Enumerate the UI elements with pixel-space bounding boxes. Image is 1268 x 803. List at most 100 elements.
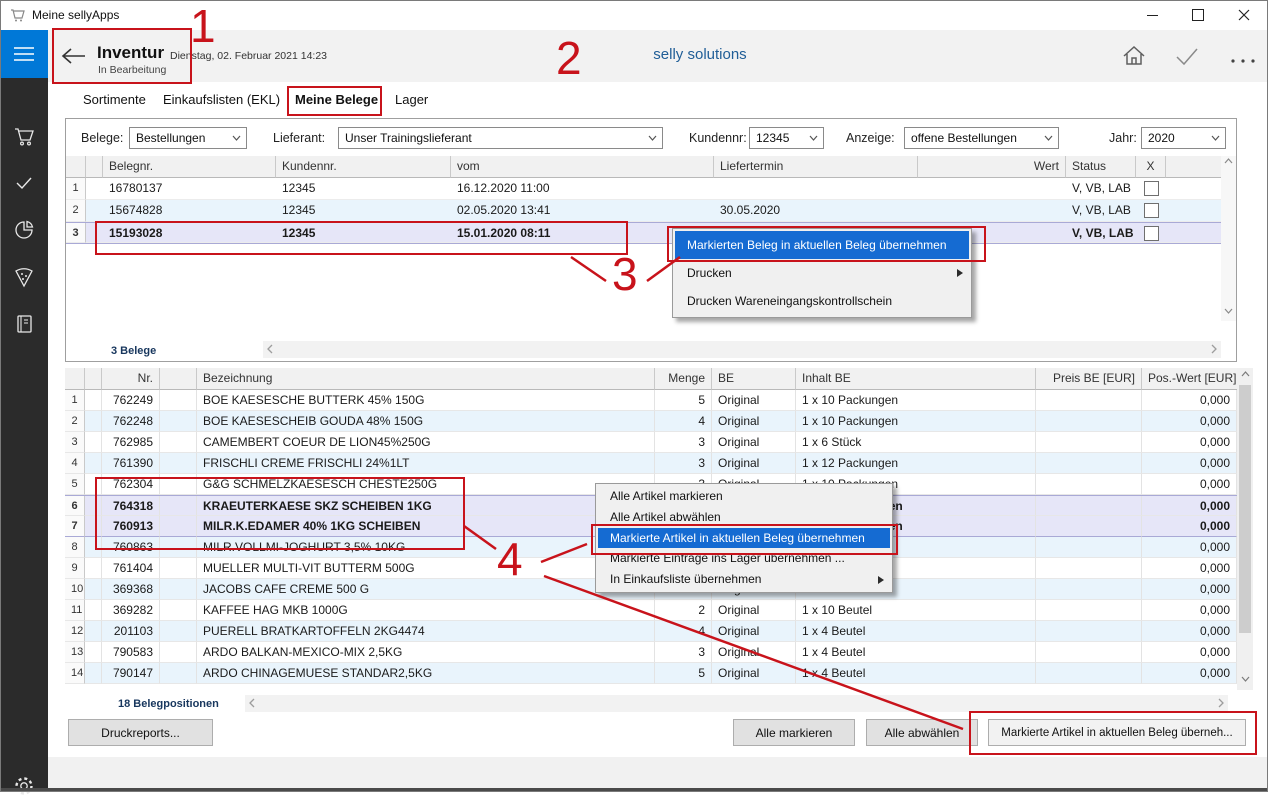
belege-count: 3 Belege — [111, 345, 156, 357]
scroll-left-icon[interactable] — [248, 695, 256, 713]
close-button[interactable] — [1221, 0, 1267, 30]
position-row[interactable]: 14790147ARDO CHINAGEMUESE STANDAR2,5KG5O… — [65, 663, 1237, 684]
cell-be: Original — [712, 453, 796, 474]
sidebar — [0, 30, 48, 792]
row-number: 3 — [66, 223, 86, 243]
cell-bezeichnung: G&G SCHMELZKAESESCH CHESTE250G — [197, 474, 655, 495]
settings-gear-icon[interactable] — [12, 774, 36, 798]
position-row[interactable]: 4761390FRISCHLI CREME FRISCHLI 24%1LT3Or… — [65, 453, 1237, 474]
belege-dropdown[interactable]: Bestellungen — [129, 127, 247, 149]
col-wert[interactable]: Wert — [918, 156, 1066, 178]
col-inhalt-be[interactable]: Inhalt BE — [796, 368, 1036, 390]
position-row[interactable]: 11369282KAFFEE HAG MKB 1000G2Original1 x… — [65, 600, 1237, 621]
cell-preis-be — [1036, 474, 1142, 495]
context-menu-item[interactable]: In Einkaufsliste übernehmen — [596, 569, 892, 590]
chevron-down-icon — [809, 135, 818, 141]
jahr-dropdown[interactable]: 2020 — [1141, 127, 1226, 149]
context-menu-item[interactable]: Alle Artikel markieren — [596, 486, 892, 507]
row-checkbox[interactable] — [1144, 181, 1159, 196]
positions-vertical-scrollbar[interactable] — [1237, 368, 1253, 690]
checkmark-icon[interactable] — [12, 171, 36, 195]
cell-inhalt-be: 1 x 4 Beutel — [796, 642, 1036, 663]
position-row[interactable]: 13790583ARDO BALKAN-MEXICO-MIX 2,5KG3Ori… — [65, 642, 1237, 663]
beleg-row[interactable]: 2156748281234502.05.2020 13:4130.05.2020… — [66, 200, 1223, 222]
tab-lager[interactable]: Lager — [395, 92, 428, 107]
position-row[interactable]: 2762248BOE KAESESCHEIB GOUDA 48% 150G4Or… — [65, 411, 1237, 432]
home-icon[interactable] — [1120, 42, 1148, 70]
cell-preis-be — [1036, 642, 1142, 663]
scroll-right-icon[interactable] — [1217, 695, 1225, 713]
col-preis-be[interactable]: Preis BE [EUR] — [1036, 368, 1142, 390]
col-nr[interactable]: Nr. — [102, 368, 160, 390]
cell-kundennr: 12345 — [276, 178, 451, 200]
book-icon[interactable] — [12, 312, 36, 336]
confirm-check-icon[interactable] — [1174, 45, 1202, 73]
row-number: 5 — [65, 474, 85, 495]
alle-markieren-button[interactable]: Alle markieren — [733, 719, 855, 746]
positions-horizontal-scrollbar[interactable] — [245, 695, 1228, 712]
context-menu-item[interactable]: Markierte Artikel in aktuellen Beleg übe… — [598, 528, 890, 549]
belege-horizontal-scrollbar[interactable] — [263, 341, 1221, 358]
minimize-button[interactable] — [1129, 0, 1175, 30]
spacer — [160, 642, 197, 663]
row-checkbox[interactable] — [1144, 203, 1159, 218]
artikel-context-menu: Alle Artikel markierenAlle Artikel abwäh… — [595, 483, 893, 593]
col-belegnr[interactable]: Belegnr. — [103, 156, 276, 178]
cell-menge: 4 — [655, 621, 712, 642]
beleg-row[interactable]: 3151930281234515.01.2020 08:11V, VB, LAB — [66, 222, 1223, 244]
scrollbar-thumb[interactable] — [1239, 385, 1251, 633]
col-pos-wert[interactable]: Pos.-Wert [EUR] — [1142, 368, 1237, 390]
cell-bezeichnung: JACOBS CAFE CREME 500 G — [197, 579, 655, 600]
anzeige-value: offene Bestellungen — [911, 131, 1017, 145]
shopping-cart-icon[interactable] — [12, 124, 36, 148]
context-menu-item[interactable]: Markierte Einträge ins Lager übernehmen … — [596, 548, 892, 569]
anzeige-dropdown[interactable]: offene Bestellungen — [904, 127, 1059, 149]
col-menge[interactable]: Menge — [655, 368, 712, 390]
cell-be: Original — [712, 411, 796, 432]
context-menu-item[interactable]: Drucken — [673, 259, 971, 287]
cell-preis-be — [1036, 558, 1142, 579]
col-x[interactable]: X — [1136, 156, 1166, 178]
col-liefertermin[interactable]: Liefertermin — [714, 156, 918, 178]
lieferant-label: Lieferant: — [273, 131, 325, 145]
col-status[interactable]: Status — [1066, 156, 1136, 178]
cell-be: Original — [712, 432, 796, 453]
context-menu-item[interactable]: Alle Artikel abwählen — [596, 507, 892, 528]
cell-x — [1136, 178, 1166, 200]
druckreports-button[interactable]: Druckreports... — [68, 719, 213, 746]
back-arrow-icon[interactable] — [60, 42, 88, 70]
uebernehmen-button[interactable]: Markierte Artikel in aktuellen Beleg übe… — [988, 719, 1246, 746]
position-row[interactable]: 1762249BOE KAESESCHE BUTTERK 45% 150G5Or… — [65, 390, 1237, 411]
col-bezeichnung[interactable]: Bezeichnung — [197, 368, 655, 390]
cell-be: Original — [712, 663, 796, 684]
maximize-button[interactable] — [1175, 0, 1221, 30]
chevron-down-icon — [1211, 135, 1220, 141]
scroll-left-icon[interactable] — [266, 341, 274, 359]
cell-liefertermin — [714, 178, 918, 200]
col-vom[interactable]: vom — [451, 156, 714, 178]
marker — [85, 390, 102, 411]
lieferant-dropdown[interactable]: Unser Trainingslieferant — [338, 127, 663, 149]
position-row[interactable]: 3762985CAMEMBERT COEUR DE LION45%250G3Or… — [65, 432, 1237, 453]
belege-table-body: 1167801371234516.12.2020 11:00V, VB, LAB… — [66, 178, 1223, 244]
beleg-row[interactable]: 1167801371234516.12.2020 11:00V, VB, LAB — [66, 178, 1223, 200]
row-checkbox[interactable] — [1144, 226, 1159, 241]
hamburger-menu-icon[interactable] — [0, 30, 48, 78]
col-be[interactable]: BE — [712, 368, 796, 390]
pizza-slice-icon[interactable] — [12, 265, 36, 289]
tab-sortimente[interactable]: Sortimente — [83, 92, 146, 107]
tab-einkaufslisten-ekl[interactable]: Einkaufslisten (EKL) — [163, 92, 280, 107]
cell-preis-be — [1036, 579, 1142, 600]
belege-vertical-scrollbar[interactable] — [1221, 156, 1236, 321]
col-kundennr[interactable]: Kundennr. — [276, 156, 451, 178]
pie-chart-icon[interactable] — [12, 218, 36, 242]
tab-meine-belege[interactable]: Meine Belege — [295, 92, 378, 107]
alle-abwaehlen-button[interactable]: Alle abwählen — [866, 719, 978, 746]
cell-nr: 761404 — [102, 558, 160, 579]
kundennr-dropdown[interactable]: 12345 — [749, 127, 824, 149]
more-ellipsis-icon[interactable] — [1230, 52, 1258, 80]
context-menu-item[interactable]: Markierten Beleg in aktuellen Beleg über… — [675, 231, 969, 259]
position-row[interactable]: 12201103PUERELL BRATKARTOFFELN 2KG44744O… — [65, 621, 1237, 642]
context-menu-item[interactable]: Drucken Wareneingangskontrollschein — [673, 287, 971, 315]
scroll-right-icon[interactable] — [1210, 341, 1218, 359]
